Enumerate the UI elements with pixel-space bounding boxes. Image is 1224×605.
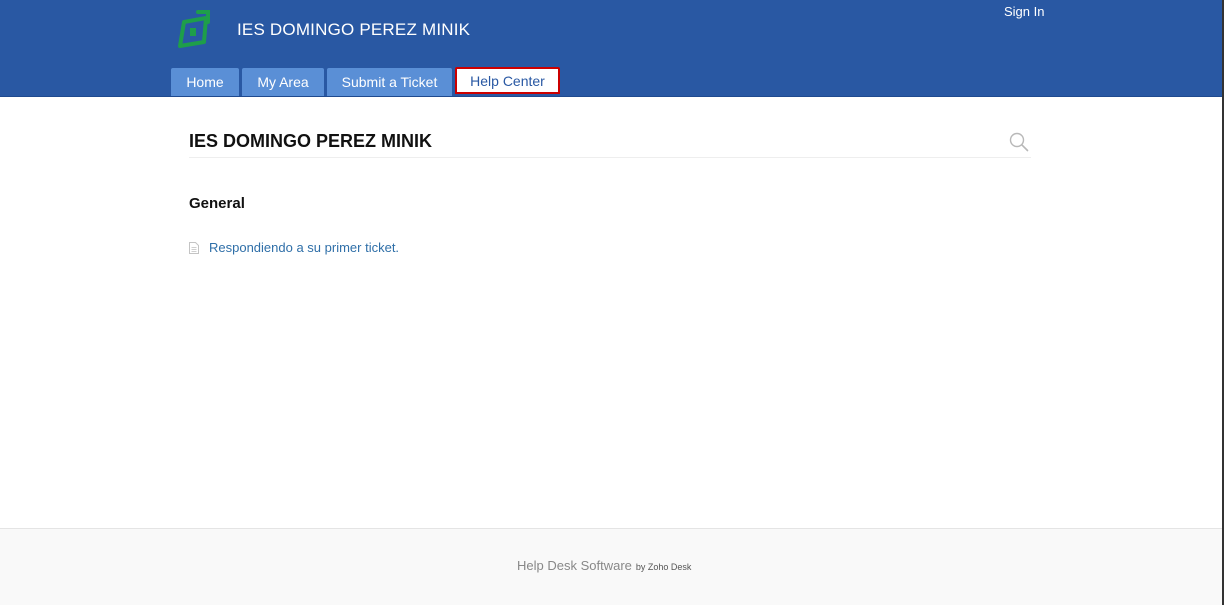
search-icon[interactable] — [1009, 132, 1029, 152]
tab-my-area[interactable]: My Area — [242, 68, 324, 96]
footer-credit: Help Desk Software by Zoho Desk — [517, 557, 691, 575]
tab-home[interactable]: Home — [171, 68, 239, 96]
helpdesk-logo-icon[interactable] — [176, 8, 212, 50]
title-divider — [189, 157, 1031, 158]
site-title[interactable]: IES DOMINGO PEREZ MINIK — [237, 20, 470, 40]
page-frame: IES DOMINGO PEREZ MINIK Sign In Home My … — [0, 0, 1224, 605]
footer-help-desk-link[interactable]: Help Desk Software — [517, 558, 632, 573]
article-link[interactable]: Respondiendo a su primer ticket. — [209, 240, 399, 255]
document-icon — [189, 242, 199, 254]
section-title-general: General — [189, 195, 245, 212]
header-divider — [0, 96, 1222, 97]
page-title: IES DOMINGO PEREZ MINIK — [189, 131, 433, 151]
site-footer: Help Desk Software by Zoho Desk — [0, 528, 1222, 605]
footer-by-zoho: by Zoho Desk — [635, 562, 692, 572]
sign-in-link[interactable]: Sign In — [1004, 4, 1044, 19]
tab-help-center[interactable]: Help Center — [455, 67, 560, 94]
site-header: IES DOMINGO PEREZ MINIK Sign In Home My … — [0, 0, 1222, 96]
tab-submit-a-ticket[interactable]: Submit a Ticket — [327, 68, 452, 96]
